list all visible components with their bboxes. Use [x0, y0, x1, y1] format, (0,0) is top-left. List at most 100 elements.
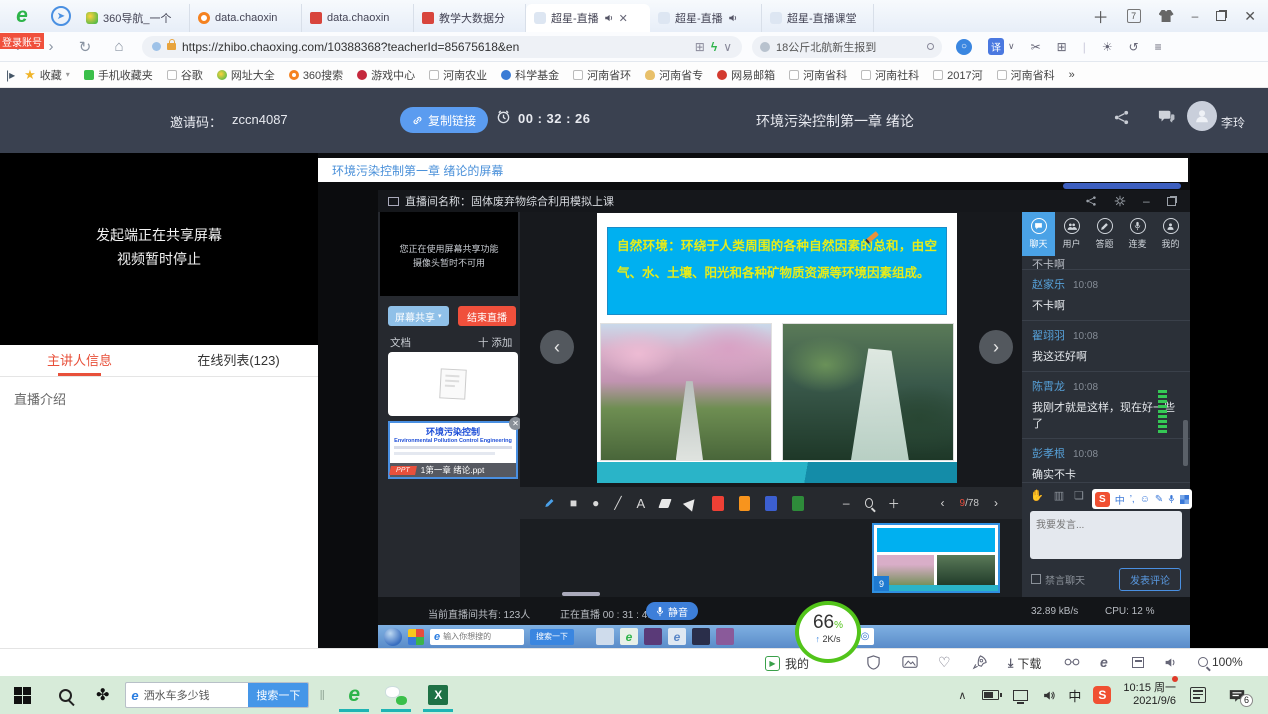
bookmark-item[interactable]: 河南省科 — [992, 67, 1060, 83]
chat-scrollbar[interactable] — [1183, 420, 1188, 466]
qrcode-icon[interactable]: ⊞ — [695, 40, 705, 54]
zoom-in-icon[interactable]: ＋ — [888, 495, 900, 512]
my-videos-button[interactable]: ▶我的 — [765, 655, 809, 672]
restore-button[interactable] — [1216, 11, 1226, 21]
taskbar-search-icon[interactable] — [59, 689, 72, 702]
health-icon[interactable]: ♡ — [938, 654, 951, 671]
window-mode-icon[interactable] — [1132, 657, 1144, 668]
download-button[interactable]: ⤓下载 — [1008, 655, 1041, 672]
bookmark-item[interactable]: 游戏中心 — [352, 67, 420, 83]
rect-tool-icon[interactable]: ■ — [570, 496, 577, 510]
sogou-tray-icon[interactable]: S — [1093, 686, 1111, 704]
notes-icon[interactable] — [1190, 687, 1206, 703]
start-button[interactable] — [384, 628, 402, 646]
tab-live-2[interactable]: 超星-直播 — [650, 4, 762, 32]
taskbar-search-button[interactable]: 搜索一下 — [248, 682, 308, 708]
tab-live-classroom[interactable]: 超星-直播课堂 — [762, 4, 874, 32]
tab-speaker-info[interactable]: 主讲人信息 — [0, 345, 159, 376]
windows-start-button[interactable] — [14, 687, 31, 704]
add-doc-button[interactable]: 十 添加 — [478, 335, 512, 350]
bookmark-item[interactable]: 谷歌 — [162, 67, 208, 83]
chat-bubble-icon[interactable] — [1157, 109, 1175, 125]
gift-icon[interactable]: ✋ — [1030, 489, 1044, 502]
chat-message-list[interactable]: 不卡啊 赵家乐10:08不卡啊 翟翊羽10:08我这还好啊 陈霄龙10:08我刚… — [1022, 256, 1190, 482]
zoom-control[interactable]: 100% — [1198, 655, 1243, 669]
bookmark-item[interactable]: 河南社科 — [856, 67, 924, 83]
search-magnifier-icon[interactable] — [927, 41, 934, 53]
chat-tab-mine[interactable]: 我的 — [1154, 212, 1187, 256]
color-blue-swatch[interactable] — [765, 496, 777, 511]
bookmark-item[interactable]: 360搜索 — [284, 67, 348, 83]
taskbar-ie-search[interactable]: e 搜索一下 — [125, 682, 309, 708]
browser-logo-icon[interactable]: e — [0, 0, 44, 32]
chat-tab-chat[interactable]: 聊天 — [1022, 212, 1055, 256]
share-icon[interactable] — [1085, 195, 1097, 207]
send-comment-button[interactable]: 发表评论 — [1119, 568, 1181, 591]
chat-input[interactable] — [1030, 511, 1182, 559]
taskbar-app-icon[interactable] — [596, 628, 614, 645]
tab-data-chaoxing-2[interactable]: data.chaoxin — [302, 4, 414, 32]
share-icon[interactable] — [1113, 109, 1130, 126]
doc-placeholder[interactable] — [388, 352, 518, 416]
chat-tab-mic[interactable]: 连麦 — [1121, 212, 1154, 256]
taskbar-360browser[interactable]: e — [337, 678, 371, 712]
sidebar-toggle-icon[interactable]: |▸ — [6, 68, 15, 82]
minimize-icon[interactable]: – — [1143, 194, 1150, 208]
next-page-icon[interactable]: › — [994, 496, 998, 510]
translate-dropdown-icon[interactable]: ∨ — [1008, 41, 1015, 52]
circle-tool-icon[interactable]: ● — [592, 496, 599, 510]
taskbar-app-icon[interactable] — [644, 628, 662, 645]
taskbar-app-icon[interactable] — [692, 628, 710, 645]
taskbar-app-icon[interactable] — [716, 628, 734, 645]
network-display-icon[interactable] — [1013, 690, 1028, 701]
bookmark-item[interactable]: 2017河 — [928, 67, 987, 83]
soso-icon[interactable]: ○ — [956, 39, 972, 55]
booster-icon[interactable] — [972, 655, 987, 670]
slide-thumb-9-active[interactable]: 9 — [872, 523, 1000, 593]
ime-indicator[interactable]: 中 — [1068, 686, 1081, 705]
zoom-out-icon[interactable]: – — [843, 496, 850, 510]
mute-chat-checkbox[interactable]: 禁言聊天 — [1031, 572, 1085, 587]
translate-icon[interactable]: 译 — [988, 38, 1004, 55]
security-shield-icon[interactable] — [866, 655, 881, 670]
mute-button[interactable]: 静音 — [646, 602, 698, 620]
card-icon[interactable]: ❏ — [1074, 489, 1084, 502]
close-button[interactable]: ✕ — [1244, 8, 1256, 25]
mini-search-button[interactable]: 搜索一下 — [530, 629, 574, 645]
history-icon[interactable]: ↺ — [1129, 40, 1139, 54]
bookmark-favorites[interactable]: ★收藏▾ — [19, 67, 75, 83]
battery-icon[interactable] — [982, 690, 999, 700]
film-strip-scrollbar[interactable] — [562, 592, 600, 596]
chat-tab-users[interactable]: 用户 — [1055, 212, 1088, 256]
mini-search-box[interactable]: e — [430, 629, 524, 645]
search-input[interactable] — [776, 41, 921, 53]
speed-mode-icon[interactable]: ϟ — [711, 40, 717, 54]
screenshot-icon[interactable]: ✂ — [1031, 40, 1041, 54]
prev-page-icon[interactable]: ‹ — [941, 496, 945, 510]
taskbar-search-input[interactable] — [144, 689, 249, 701]
theme-icon[interactable]: ☀ — [1102, 40, 1113, 54]
bookmark-item[interactable]: 河南省环 — [568, 67, 636, 83]
copy-link-button[interactable]: 复制链接 — [400, 107, 488, 133]
url-field[interactable]: https://zhibo.chaoxing.com/10388368?teac… — [142, 36, 742, 58]
login-tooltip[interactable]: 登录账号 — [0, 33, 44, 49]
taskbar-app-360-icon[interactable]: e — [620, 628, 638, 645]
snapshot-icon[interactable] — [902, 655, 918, 669]
apps-grid-icon[interactable]: ⊞ — [1057, 40, 1067, 54]
home-button[interactable]: ⌂ — [102, 38, 136, 55]
color-orange-swatch[interactable] — [739, 496, 751, 511]
color-green-swatch[interactable] — [792, 496, 804, 511]
gear-icon[interactable] — [1114, 195, 1126, 207]
stats-icon[interactable]: ▥ — [1054, 489, 1064, 502]
color-red-swatch[interactable] — [712, 496, 724, 511]
tab-close-icon[interactable]: ✕ — [619, 12, 628, 25]
ppt-thumbnail[interactable]: 环境污染控制 Environmental Pollution Control E… — [388, 421, 518, 479]
taskbar-excel[interactable]: X — [421, 678, 455, 712]
prev-slide-button[interactable]: ‹ — [540, 330, 574, 364]
highlighter-tool-icon[interactable] — [683, 495, 699, 511]
menu-icon[interactable]: ≡ — [1155, 40, 1162, 54]
minimize-button[interactable]: – — [1192, 9, 1199, 23]
sound-icon[interactable] — [1164, 656, 1177, 669]
taskbar-wechat[interactable] — [379, 678, 413, 712]
screen-share-button[interactable]: 屏幕共享▾ — [388, 306, 449, 326]
